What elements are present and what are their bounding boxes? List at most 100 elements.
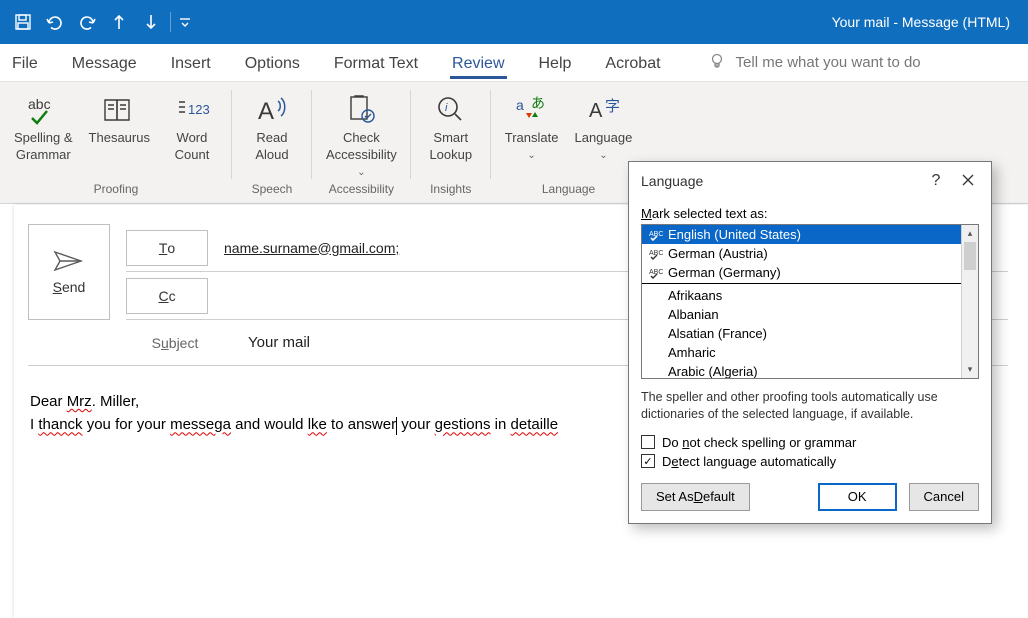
- svg-text:あ: あ: [531, 95, 545, 111]
- send-button[interactable]: Send: [28, 224, 110, 320]
- chevron-down-icon: ⌄: [527, 149, 535, 162]
- thesaurus-button[interactable]: Thesaurus: [83, 86, 156, 151]
- chevron-down-icon: ⌄: [357, 166, 365, 179]
- lightbulb-icon: [708, 52, 726, 74]
- checkbox-checked-icon: ✓: [641, 454, 655, 468]
- to-value[interactable]: name.surname@gmail.com;: [224, 240, 399, 256]
- check-accessibility-button[interactable]: Check Accessibility ⌄: [320, 86, 403, 183]
- ribbon-group-speech: A Read Aloud Speech: [232, 82, 312, 203]
- language-dialog: Language ? Mark selected text as: ABC En…: [628, 161, 992, 524]
- language-item[interactable]: Amharic: [642, 343, 961, 362]
- title-bar: Your mail - Message (HTML): [0, 0, 1028, 44]
- undo-button[interactable]: [40, 7, 70, 37]
- check-accessibility-label: Check Accessibility: [326, 130, 397, 164]
- ok-button[interactable]: OK: [818, 483, 897, 511]
- smart-lookup-button[interactable]: i Smart Lookup: [419, 86, 483, 168]
- cc-button[interactable]: Cc: [126, 278, 208, 314]
- accessibility-icon: [343, 90, 379, 130]
- next-item-button[interactable]: [136, 7, 166, 37]
- tell-me-placeholder: Tell me what you want to do: [736, 54, 921, 71]
- translate-label: Translate: [505, 130, 559, 147]
- thesaurus-icon: [101, 90, 137, 130]
- detect-language-checkbox[interactable]: ✓ Detect language automatically: [641, 454, 979, 469]
- group-label-language: Language: [499, 182, 639, 200]
- dialog-description: The speller and other proofing tools aut…: [641, 389, 979, 423]
- svg-text:123: 123: [188, 102, 210, 117]
- subject-value[interactable]: Your mail: [248, 334, 310, 351]
- svg-text:i: i: [445, 102, 448, 114]
- svg-text:abc: abc: [28, 96, 51, 112]
- checkbox-unchecked-icon: [641, 435, 655, 449]
- set-default-button[interactable]: Set As Default: [641, 483, 750, 511]
- language-item[interactable]: Arabic (Algeria): [642, 362, 961, 378]
- spellcheck-icon: ABC: [648, 266, 664, 280]
- ribbon-group-proofing: abc Spelling & Grammar Thesaurus 123: [0, 82, 232, 203]
- help-button[interactable]: ?: [925, 172, 947, 190]
- svg-text:字: 字: [605, 98, 620, 115]
- translate-icon: a あ: [513, 90, 551, 130]
- scroll-up-button[interactable]: ▴: [962, 225, 978, 242]
- read-aloud-icon: A: [254, 90, 290, 130]
- chevron-down-icon: ⌄: [599, 149, 607, 162]
- thesaurus-label: Thesaurus: [89, 130, 150, 147]
- no-spellcheck-checkbox[interactable]: Do not check spelling or grammar: [641, 435, 979, 450]
- scroll-track[interactable]: [962, 242, 978, 361]
- svg-text:A: A: [258, 98, 274, 125]
- send-label: Send: [53, 279, 86, 295]
- word-count-button[interactable]: 123 Word Count: [160, 86, 224, 168]
- smart-lookup-label: Smart Lookup: [429, 130, 472, 164]
- ribbon-group-insights: i Smart Lookup Insights: [411, 82, 491, 203]
- language-label: Language: [574, 130, 632, 147]
- to-button[interactable]: To: [126, 230, 208, 266]
- smart-lookup-icon: i: [434, 90, 468, 130]
- tab-format-text[interactable]: Format Text: [332, 47, 420, 79]
- close-button[interactable]: [957, 173, 979, 190]
- language-item[interactable]: Alsatian (France): [642, 324, 961, 343]
- spelling-grammar-button[interactable]: abc Spelling & Grammar: [8, 86, 79, 168]
- ribbon-group-language: a あ Translate ⌄ A 字 Language ⌄: [491, 82, 647, 203]
- language-listbox[interactable]: ABC English (United States) ABC German (…: [641, 224, 979, 379]
- read-aloud-button[interactable]: A Read Aloud: [240, 86, 304, 168]
- tab-help[interactable]: Help: [537, 47, 574, 79]
- tab-insert[interactable]: Insert: [169, 47, 213, 79]
- language-button[interactable]: A 字 Language ⌄: [568, 86, 638, 166]
- tab-options[interactable]: Options: [243, 47, 302, 79]
- customize-qat-button[interactable]: [175, 7, 195, 37]
- spelling-icon: abc: [24, 90, 62, 130]
- language-item[interactable]: Afrikaans: [642, 286, 961, 305]
- dialog-title: Language: [641, 173, 925, 189]
- word-count-icon: 123: [174, 90, 210, 130]
- qat-separator: [170, 12, 171, 32]
- svg-text:A: A: [589, 100, 603, 122]
- language-item-de-at[interactable]: ABC German (Austria): [642, 244, 961, 263]
- tab-review[interactable]: Review: [450, 47, 506, 79]
- language-item-en-us[interactable]: ABC English (United States): [642, 225, 961, 244]
- quick-access-toolbar: [8, 7, 195, 37]
- save-button[interactable]: [8, 7, 38, 37]
- tab-message[interactable]: Message: [70, 47, 139, 79]
- translate-button[interactable]: a あ Translate ⌄: [499, 86, 565, 166]
- read-aloud-label: Read Aloud: [255, 130, 288, 164]
- spelling-label: Spelling & Grammar: [14, 130, 73, 164]
- tab-file[interactable]: File: [10, 47, 40, 79]
- previous-item-button[interactable]: [104, 7, 134, 37]
- redo-button[interactable]: [72, 7, 102, 37]
- language-item[interactable]: Albanian: [642, 305, 961, 324]
- group-label-speech: Speech: [240, 182, 304, 200]
- tell-me-search[interactable]: Tell me what you want to do: [708, 52, 921, 74]
- scrollbar[interactable]: ▴ ▾: [961, 225, 978, 378]
- cancel-button[interactable]: Cancel: [909, 483, 979, 511]
- group-label-insights: Insights: [419, 182, 483, 200]
- group-label-proofing: Proofing: [8, 182, 224, 200]
- tab-acrobat[interactable]: Acrobat: [603, 47, 662, 79]
- language-item-de-de[interactable]: ABC German (Germany): [642, 263, 961, 284]
- window-title: Your mail - Message (HTML): [832, 14, 1020, 30]
- subject-label: Subject: [126, 335, 224, 351]
- ribbon-tabs: File Message Insert Options Format Text …: [0, 44, 1028, 82]
- scroll-thumb[interactable]: [964, 242, 976, 270]
- language-icon: A 字: [585, 90, 621, 130]
- spellcheck-icon: ABC: [648, 228, 664, 242]
- scroll-down-button[interactable]: ▾: [962, 361, 978, 378]
- spellcheck-icon: ABC: [648, 247, 664, 261]
- svg-text:a: a: [516, 97, 524, 113]
